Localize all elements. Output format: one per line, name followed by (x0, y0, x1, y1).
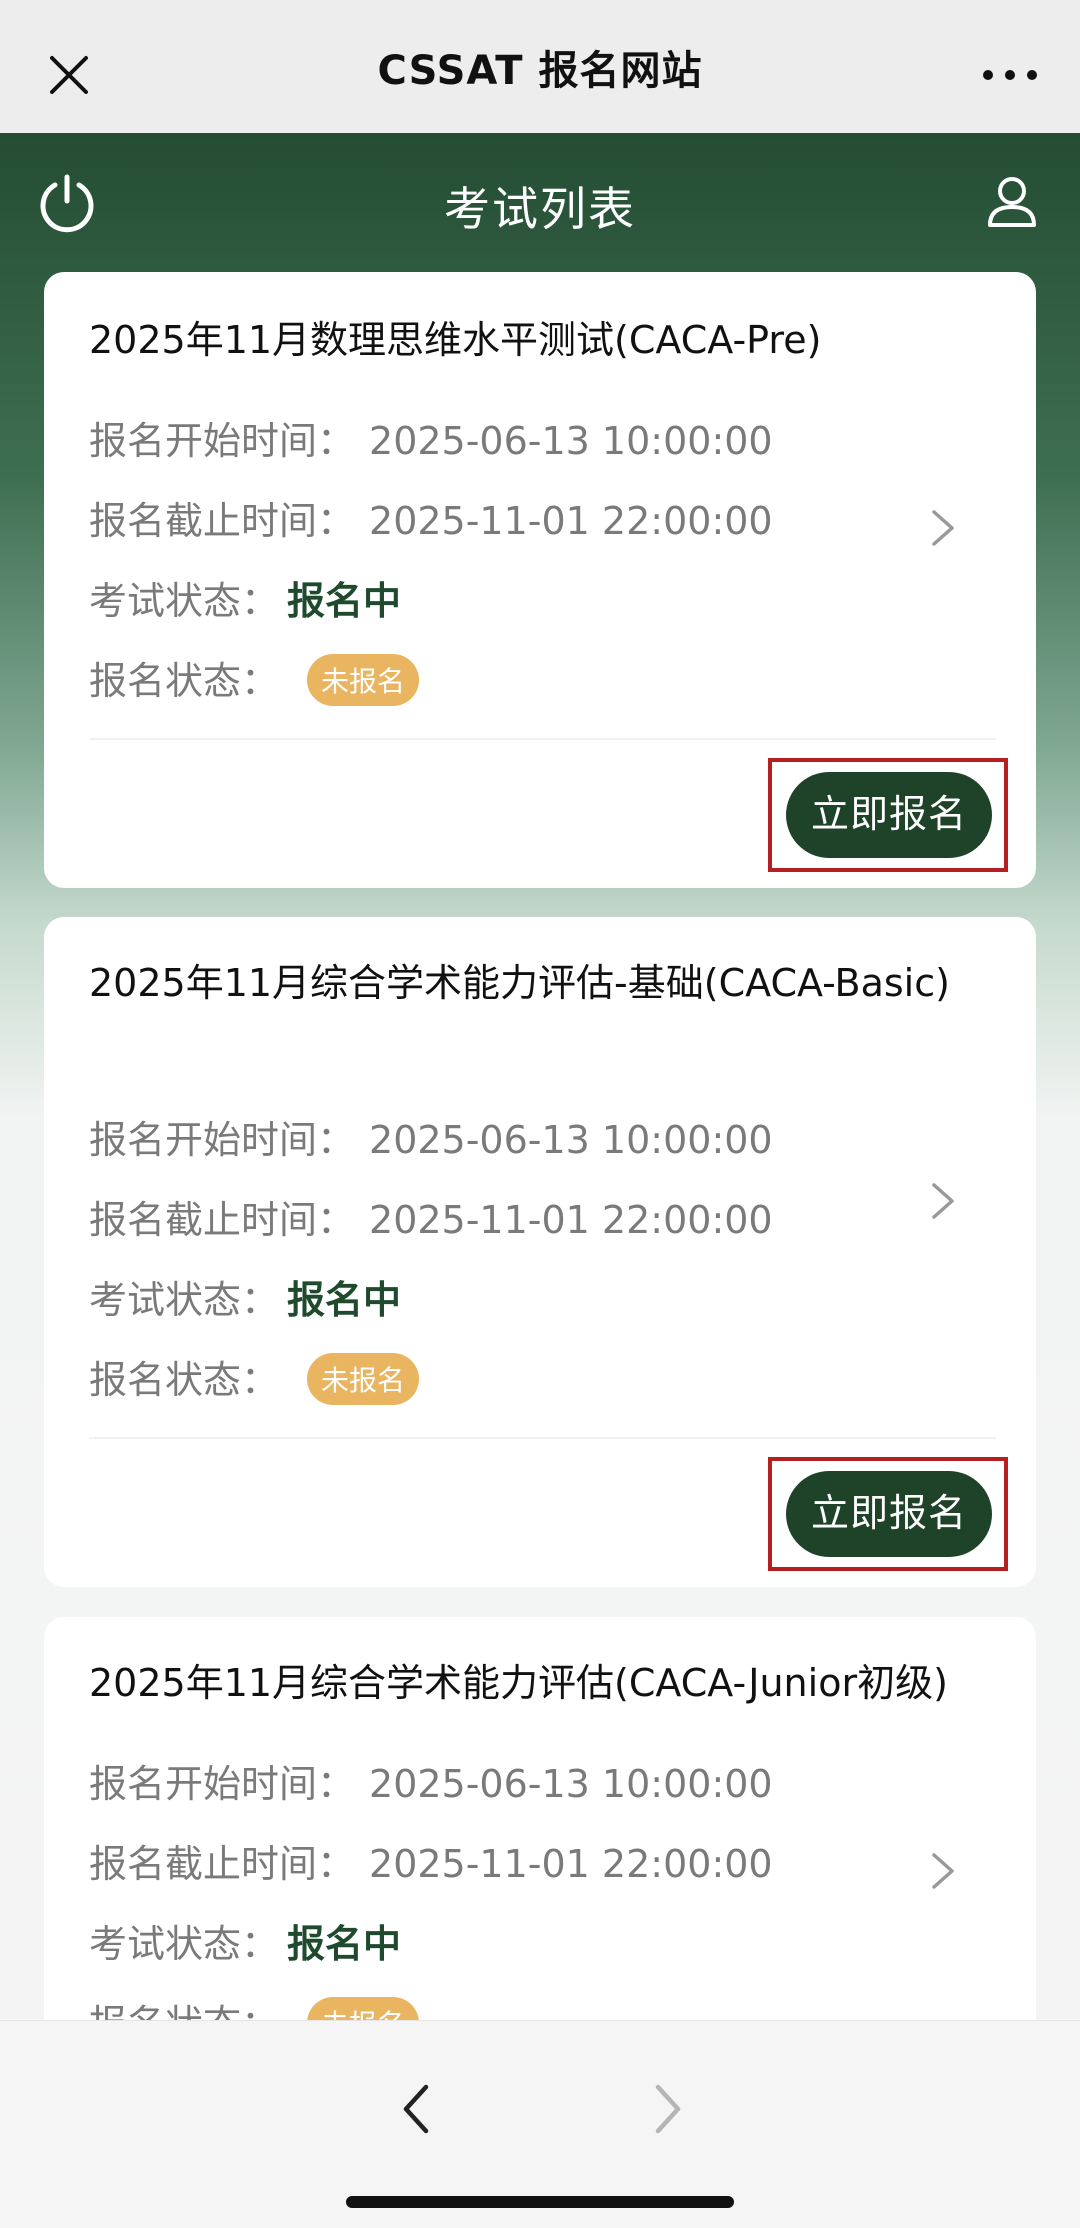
exam-status-value: 报名中 (287, 1278, 402, 1322)
register-button[interactable]: 立即报名 (786, 1471, 992, 1557)
end-time-row: 报名截止时间： 2025-11-01 22:00:00 (89, 490, 773, 545)
exam-status-row: 考试状态： 报名中 (89, 1269, 401, 1324)
exam-status-label: 考试状态： (89, 579, 280, 623)
exam-card[interactable]: 2025年11月综合学术能力评估-基础(CACA-Basic) 报名开始时间： 2… (44, 917, 1036, 1587)
end-time-row: 报名截止时间： 2025-11-01 22:00:00 (89, 1833, 773, 1888)
divider (89, 738, 996, 740)
start-time-row: 报名开始时间： 2025-06-13 10:00:00 (89, 1753, 773, 1808)
home-indicator[interactable] (346, 2196, 734, 2208)
exam-card[interactable]: 2025年11月综合学术能力评估(CACA-Junior初级) 报名开始时间： 2… (44, 1617, 1036, 2077)
end-time-label: 报名截止时间： (89, 1842, 356, 1886)
exam-status-label: 考试状态： (89, 1922, 280, 1966)
start-time-row: 报名开始时间： 2025-06-13 10:00:00 (89, 410, 773, 465)
page-title: 考试列表 (444, 182, 636, 236)
app-header: 考试列表 (0, 133, 1080, 273)
end-time-value: 2025-11-01 22:00:00 (369, 1842, 773, 1886)
exam-status-value: 报名中 (287, 1922, 402, 1966)
chevron-right-icon[interactable] (928, 1849, 958, 1893)
exam-card[interactable]: 2025年11月数理思维水平测试(CACA-Pre) 报名开始时间： 2025-0… (44, 272, 1036, 888)
highlight-box: 立即报名 (768, 1457, 1008, 1571)
back-arrow-icon[interactable] (396, 2079, 436, 2139)
status-badge: 未报名 (307, 1352, 420, 1405)
end-time-value: 2025-11-01 22:00:00 (369, 499, 773, 543)
chevron-right-icon[interactable] (928, 506, 958, 550)
exam-title: 2025年11月综合学术能力评估-基础(CACA-Basic) (89, 961, 950, 1005)
start-time-value: 2025-06-13 10:00:00 (369, 1762, 773, 1806)
end-time-value: 2025-11-01 22:00:00 (369, 1198, 773, 1242)
exam-status-label: 考试状态： (89, 1278, 280, 1322)
end-time-label: 报名截止时间： (89, 1198, 356, 1242)
end-time-label: 报名截止时间： (89, 499, 356, 543)
exam-status-row: 考试状态： 报名中 (89, 1913, 401, 1968)
highlight-box: 立即报名 (768, 758, 1008, 872)
start-time-label: 报名开始时间： (89, 1118, 356, 1162)
forward-arrow-icon[interactable] (648, 2079, 688, 2139)
exam-status-row: 考试状态： 报名中 (89, 570, 401, 625)
divider (89, 1437, 996, 1439)
exam-title: 2025年11月综合学术能力评估(CACA-Junior初级) (89, 1661, 948, 1705)
user-icon[interactable] (984, 173, 1040, 229)
start-time-value: 2025-06-13 10:00:00 (369, 1118, 773, 1162)
exam-title: 2025年11月数理思维水平测试(CACA-Pre) (89, 318, 822, 362)
browser-top-bar: CSSAT 报名网站 (0, 0, 1080, 133)
start-time-value: 2025-06-13 10:00:00 (369, 419, 773, 463)
status-badge: 未报名 (307, 653, 420, 706)
more-icon[interactable] (980, 60, 1040, 90)
browser-title: CSSAT 报名网站 (377, 48, 703, 94)
reg-status-row: 报名状态： 未报名 (89, 650, 420, 710)
reg-status-label: 报名状态： (89, 659, 280, 703)
start-time-row: 报名开始时间： 2025-06-13 10:00:00 (89, 1109, 773, 1164)
chevron-right-icon[interactable] (928, 1179, 958, 1223)
reg-status-label: 报名状态： (89, 1358, 280, 1402)
start-time-label: 报名开始时间： (89, 419, 356, 463)
register-button[interactable]: 立即报名 (786, 772, 992, 858)
reg-status-row: 报名状态： 未报名 (89, 1349, 420, 1409)
end-time-row: 报名截止时间： 2025-11-01 22:00:00 (89, 1189, 773, 1244)
exam-status-value: 报名中 (287, 579, 402, 623)
start-time-label: 报名开始时间： (89, 1762, 356, 1806)
